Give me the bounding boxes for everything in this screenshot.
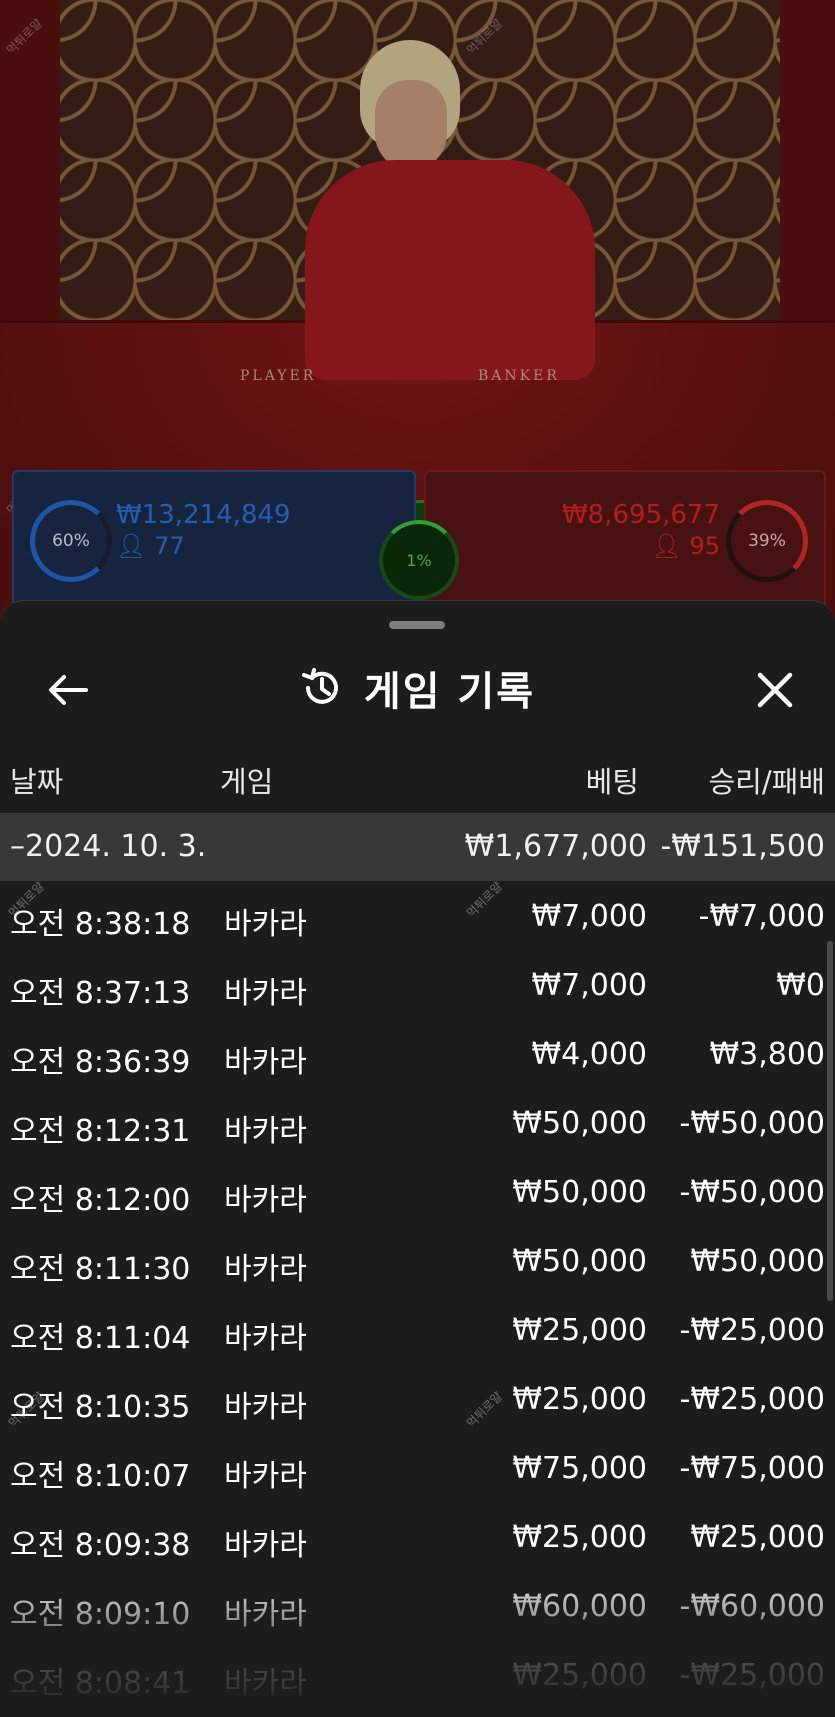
history-row[interactable]: 오전 8:38:18 바카라 ₩7,000 -₩7,000 [0,881,835,950]
history-row[interactable]: 오전 8:09:38 바카라 ₩25,000 ₩25,000 [0,1502,835,1571]
row-result: -₩60,000 [679,1589,825,1624]
overlay-dim [0,0,835,620]
row-time: 오전 8:09:38 [10,1528,191,1563]
history-row[interactable]: 오전 8:10:07 바카라 ₩75,000 -₩75,000 [0,1433,835,1502]
row-result: -₩25,000 [679,1658,825,1693]
row-game: 바카라 [224,1528,307,1563]
close-button[interactable] [745,665,805,715]
row-game: 바카라 [224,1183,307,1218]
group-total-result: -₩151,500 [660,829,825,864]
row-game: 바카라 [224,976,307,1011]
row-bet: ₩7,000 [531,968,647,1003]
row-bet: ₩7,000 [531,899,647,934]
history-row[interactable]: 오전 8:12:31 바카라 ₩50,000 -₩50,000 [0,1088,835,1157]
history-icon [301,668,338,704]
row-game: 바카라 [224,1390,307,1425]
history-row[interactable]: 오전 8:37:13 바카라 ₩7,000 ₩0 [0,950,835,1019]
row-result: -₩50,000 [679,1106,825,1141]
sheet-title: 게임 기록 [363,669,536,715]
live-video-feed: PLAYER BANKER 먹튀로얄 먹튀로얄 먹튀로얄 먹튀로얄 60% ₩1… [0,0,835,620]
row-time: 오전 8:10:07 [10,1459,191,1494]
group-total-bet: ₩1,677,000 [464,829,647,864]
history-row[interactable]: 오전 8:08:41 바카라 ₩25,000 -₩25,000 [0,1640,835,1709]
close-icon [757,672,793,708]
row-time: 오전 8:09:10 [10,1597,191,1632]
column-header-game: 게임 [220,765,274,799]
row-result: -₩75,000 [679,1451,825,1486]
row-bet: ₩25,000 [512,1520,647,1555]
row-result: ₩0 [776,968,825,1003]
row-bet: ₩50,000 [512,1106,647,1141]
history-row[interactable]: 오전 8:09:10 바카라 ₩60,000 -₩60,000 [0,1571,835,1640]
row-bet: ₩75,000 [512,1451,647,1486]
history-row[interactable]: 오전 8:11:04 바카라 ₩25,000 -₩25,000 [0,1295,835,1364]
row-game: 바카라 [224,1321,307,1356]
sheet-header: 게임 기록 [0,651,835,731]
drag-handle[interactable] [389,621,445,629]
history-row[interactable]: 오전 8:10:35 바카라 ₩25,000 -₩25,000 [0,1364,835,1433]
row-result: -₩25,000 [679,1382,825,1417]
row-result: -₩25,000 [679,1313,825,1348]
row-bet: ₩25,000 [512,1313,647,1348]
date-group-row[interactable]: –2024. 10. 3. ₩1,677,000 -₩151,500 [0,813,835,881]
row-result: ₩3,800 [709,1037,825,1072]
row-bet: ₩25,000 [512,1382,647,1417]
history-row[interactable]: 오전 8:11:30 바카라 ₩50,000 ₩50,000 [0,1226,835,1295]
scrollbar[interactable] [827,941,833,1301]
row-time: 오전 8:11:30 [10,1252,191,1287]
row-time: 오전 8:38:18 [10,907,191,942]
row-time: 오전 8:12:31 [10,1114,191,1149]
column-header-date: 날짜 [10,765,64,799]
row-result: -₩7,000 [698,899,825,934]
sheet-title-group: 게임 기록 [0,659,835,717]
row-result: -₩50,000 [679,1175,825,1210]
row-game: 바카라 [224,1666,307,1701]
game-history-sheet: 게임 기록 날짜 게임 베팅 승리/패배 –2024. 10. 3. ₩1,67… [0,600,835,1717]
group-date: –2024. 10. 3. [10,829,207,864]
row-game: 바카라 [224,907,307,942]
row-time: 오전 8:36:39 [10,1045,191,1080]
row-result: ₩25,000 [690,1520,825,1555]
column-header-result: 승리/패배 [708,765,826,799]
row-time: 오전 8:37:13 [10,976,191,1011]
row-bet: ₩25,000 [512,1658,647,1693]
row-bet: ₩50,000 [512,1175,647,1210]
history-row[interactable]: 오전 8:12:00 바카라 ₩50,000 -₩50,000 [0,1157,835,1226]
row-bet: ₩4,000 [531,1037,647,1072]
row-time: 오전 8:11:04 [10,1321,191,1356]
row-time: 오전 8:12:00 [10,1183,191,1218]
row-result: ₩50,000 [690,1244,825,1279]
row-game: 바카라 [224,1045,307,1080]
column-header-bet: 베팅 [585,765,639,799]
row-time: 오전 8:08:41 [10,1666,191,1701]
row-game: 바카라 [224,1597,307,1632]
row-game: 바카라 [224,1114,307,1149]
history-list: 오전 8:38:18 바카라 ₩7,000 -₩7,000 오전 8:37:13… [0,881,835,1709]
row-bet: ₩50,000 [512,1244,647,1279]
row-game: 바카라 [224,1252,307,1287]
history-row[interactable]: 오전 8:36:39 바카라 ₩4,000 ₩3,800 [0,1019,835,1088]
row-bet: ₩60,000 [512,1589,647,1624]
row-game: 바카라 [224,1459,307,1494]
